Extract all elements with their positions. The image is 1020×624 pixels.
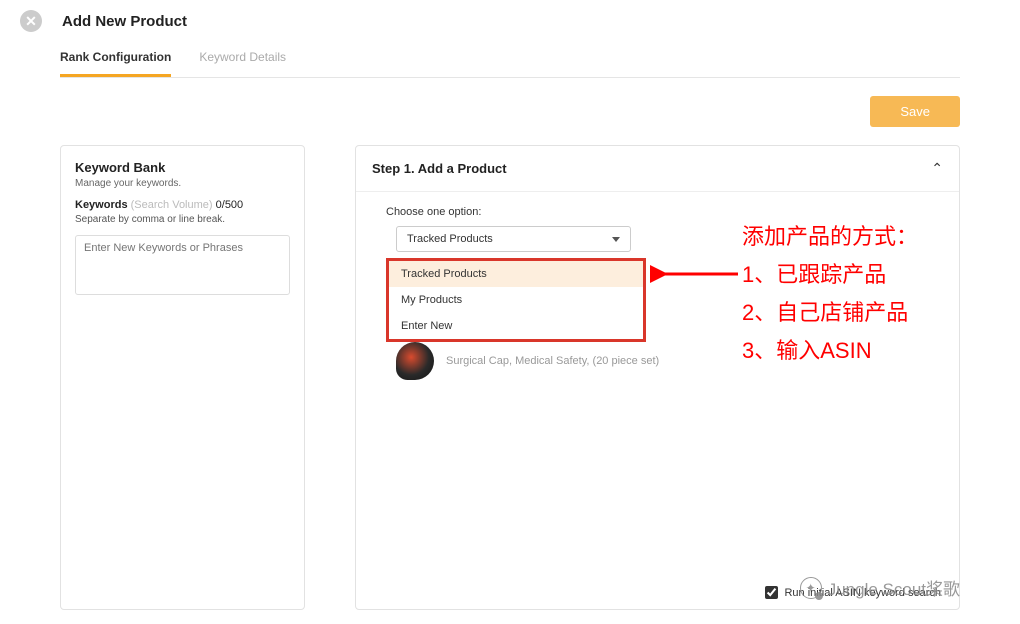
option-tracked-products[interactable]: Tracked Products bbox=[389, 261, 643, 287]
keyword-bank-subtitle: Manage your keywords. bbox=[75, 178, 290, 189]
product-source-select[interactable]: Tracked Products bbox=[396, 226, 631, 252]
dropdown-triangle-icon bbox=[612, 237, 620, 242]
step-title: Step 1. Add a Product bbox=[372, 161, 507, 176]
tabs: Rank Configuration Keyword Details bbox=[60, 50, 960, 78]
tab-rank-configuration[interactable]: Rank Configuration bbox=[60, 50, 171, 77]
option-enter-new[interactable]: Enter New bbox=[389, 313, 643, 339]
search-volume-label: (Search Volume) bbox=[131, 199, 213, 211]
watermark: ✦ Jungle Scout桨歌 bbox=[800, 575, 960, 600]
keyword-bank-title: Keyword Bank bbox=[75, 160, 290, 175]
select-value: Tracked Products bbox=[407, 233, 493, 245]
run-initial-search-checkbox[interactable] bbox=[765, 586, 778, 599]
close-icon[interactable]: ✕ bbox=[20, 10, 42, 32]
annotation-line-3: 2、自己店铺产品 bbox=[742, 294, 918, 332]
keywords-label: Keywords bbox=[75, 199, 128, 211]
annotation-line-2: 1、已跟踪产品 bbox=[742, 256, 918, 294]
watermark-text: Jungle Scout桨歌 bbox=[828, 575, 960, 600]
choose-option-label: Choose one option: bbox=[386, 206, 929, 218]
keywords-count: 0/500 bbox=[216, 199, 244, 211]
page-title: Add New Product bbox=[62, 13, 187, 30]
keywords-input[interactable] bbox=[75, 235, 290, 295]
tab-keyword-details[interactable]: Keyword Details bbox=[199, 50, 286, 77]
product-thumbnail bbox=[396, 342, 434, 380]
keyword-bank-panel: Keyword Bank Manage your keywords. Keywo… bbox=[60, 145, 305, 610]
step-panel: Step 1. Add a Product ⌃ Choose one optio… bbox=[355, 145, 960, 610]
chevron-up-icon[interactable]: ⌃ bbox=[931, 160, 943, 177]
keywords-count-row: Keywords (Search Volume) 0/500 bbox=[75, 199, 290, 211]
save-button[interactable]: Save bbox=[870, 96, 960, 127]
wechat-icon: ✦ bbox=[800, 577, 822, 599]
separator-note: Separate by comma or line break. bbox=[75, 214, 290, 225]
annotation-text: 添加产品的方式： 1、已跟踪产品 2、自己店铺产品 3、输入ASIN bbox=[742, 218, 918, 370]
option-my-products[interactable]: My Products bbox=[389, 287, 643, 313]
annotation-line-4: 3、输入ASIN bbox=[742, 332, 918, 370]
product-source-dropdown: Tracked Products My Products Enter New bbox=[386, 258, 646, 342]
product-name: Surgical Cap, Medical Safety, (20 piece … bbox=[446, 355, 659, 367]
annotation-line-1: 添加产品的方式： bbox=[742, 218, 918, 256]
annotation-arrow bbox=[650, 264, 740, 284]
